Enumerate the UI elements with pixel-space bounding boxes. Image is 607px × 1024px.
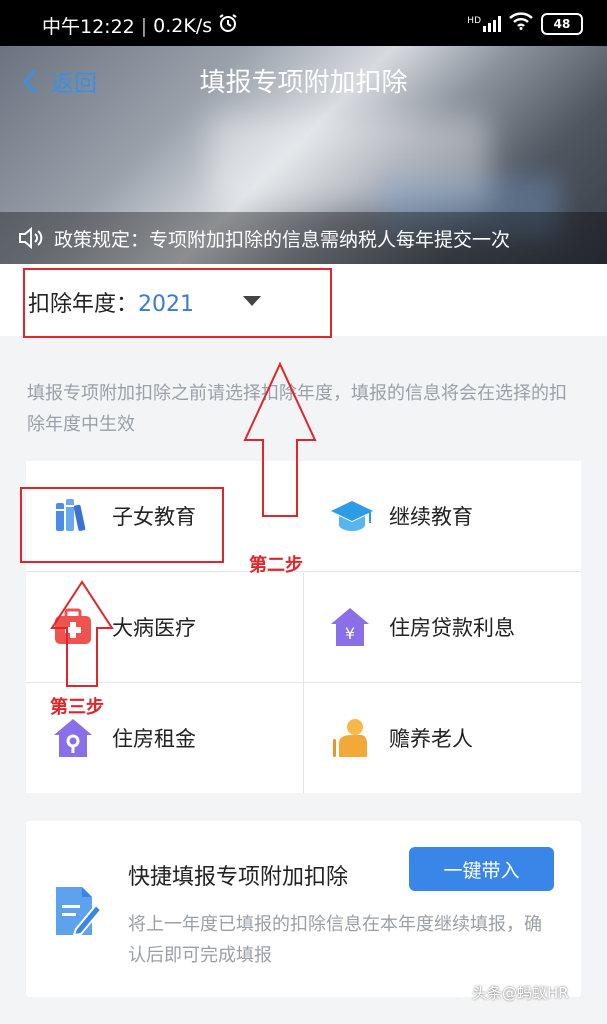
watermark: 头条@蚂蚁HR	[450, 982, 569, 1003]
quick-fill-title: 快捷填报专项附加扣除	[128, 865, 349, 890]
arrow-step3	[50, 580, 114, 687]
annotation-step3: 第三步	[50, 697, 104, 718]
annotation-step2: 第二步	[249, 555, 303, 576]
arrow-step2	[243, 361, 317, 517]
wechat-icon	[450, 983, 468, 1003]
one-click-import-button[interactable]: 一键带入	[409, 847, 554, 891]
quick-fill-description: 将上一年度已填报的扣除信息在本年度继续填报，确认后即可完成填报	[128, 914, 542, 966]
quick-fill-card: 快捷填报专项附加扣除 一键带入 将上一年度已填报的扣除信息在本年度继续填报，确认…	[26, 821, 581, 997]
document-edit-icon	[52, 883, 103, 939]
